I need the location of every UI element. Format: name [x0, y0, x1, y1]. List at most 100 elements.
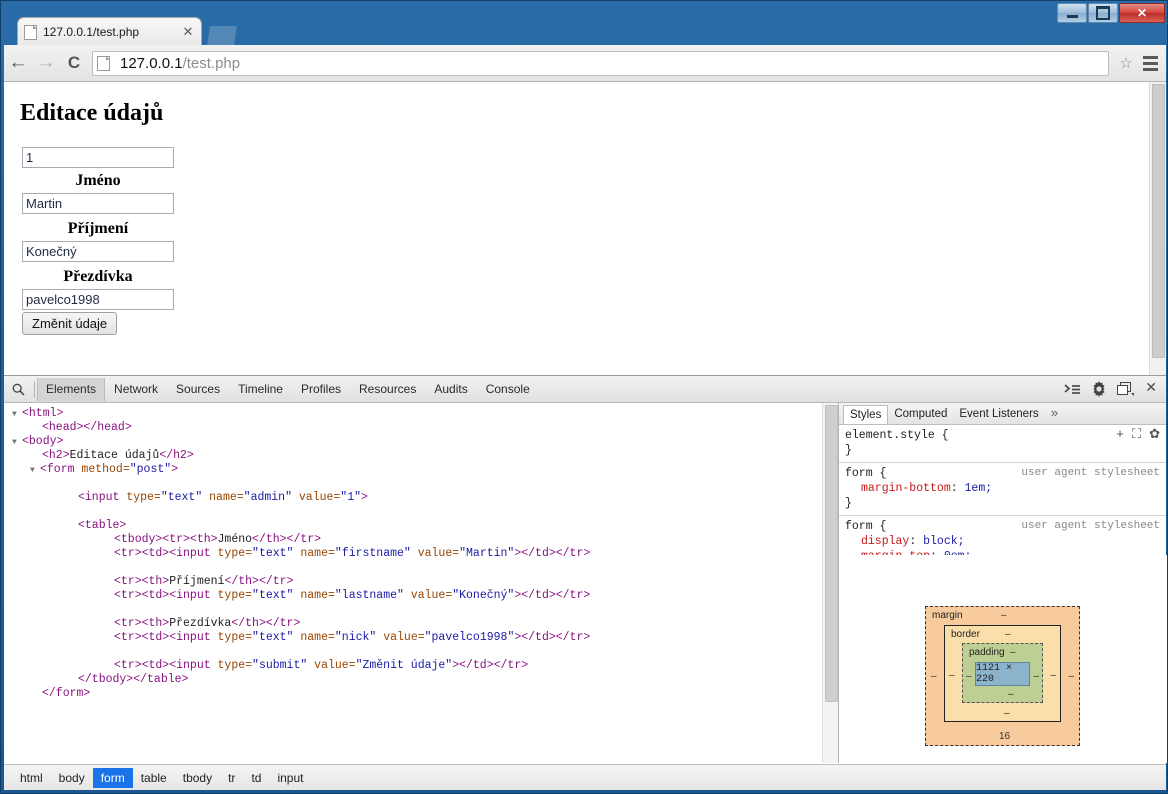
border-right-value[interactable]: –: [1050, 670, 1056, 681]
breadcrumb-item-html[interactable]: html: [12, 768, 51, 788]
close-devtools-icon[interactable]: ✕: [1145, 382, 1157, 396]
element-state-icon[interactable]: ⛶: [1132, 427, 1141, 442]
page-scrollbar-thumb[interactable]: [1152, 84, 1165, 358]
styles-overflow-icon[interactable]: »: [1045, 406, 1065, 421]
dom-node-line[interactable]: [10, 603, 837, 617]
styles-tab-computed[interactable]: Computed: [888, 405, 953, 423]
breadcrumb-item-tr[interactable]: tr: [220, 768, 243, 788]
breadcrumb-item-td[interactable]: td: [243, 768, 269, 788]
dom-node-line[interactable]: <tr><th>Přezdívka</th></tr>: [10, 617, 837, 631]
box-model-margin[interactable]: margin – – – 16 border – – – – paddi: [925, 606, 1080, 746]
border-top-value[interactable]: –: [1005, 629, 1011, 640]
css-property-name[interactable]: margin-bottom: [845, 482, 951, 495]
dom-node-line[interactable]: <tr><td><input type="text" name="firstna…: [10, 547, 837, 561]
back-button[interactable]: ←: [4, 52, 32, 74]
dom-node-line[interactable]: [10, 477, 837, 491]
styles-tab-event-listeners[interactable]: Event Listeners: [953, 405, 1044, 423]
css-property-name[interactable]: display: [845, 535, 909, 548]
console-drawer-icon[interactable]: [1064, 383, 1081, 396]
devtools-tab-timeline[interactable]: Timeline: [229, 378, 292, 401]
dom-node-line[interactable]: [10, 561, 837, 575]
forward-button[interactable]: →: [32, 52, 60, 74]
dom-node-line[interactable]: <table>: [10, 519, 837, 533]
devtools-tab-resources[interactable]: Resources: [350, 378, 425, 401]
padding-bottom-value[interactable]: –: [1008, 689, 1014, 700]
disclosure-triangle-icon[interactable]: ▼: [12, 436, 22, 450]
breadcrumb-item-tbody[interactable]: tbody: [175, 768, 220, 788]
devtools-tab-audits[interactable]: Audits: [425, 378, 476, 401]
chrome-menu-icon[interactable]: [1137, 51, 1163, 75]
search-icon[interactable]: [4, 383, 32, 396]
padding-left-value[interactable]: –: [966, 671, 972, 682]
dom-node-line[interactable]: <tr><th>Příjmení</th></tr>: [10, 575, 837, 589]
css-declaration[interactable]: margin-bottom: 1em;: [845, 481, 1160, 496]
bookmark-star-icon[interactable]: ☆: [1115, 54, 1137, 72]
devtools-tab-elements[interactable]: Elements: [37, 378, 105, 401]
dom-node-line[interactable]: <tbody><tr><th>Jméno</th></tr>: [10, 533, 837, 547]
url-host: 127.0.0.1: [120, 55, 183, 72]
style-settings-icon[interactable]: ✿: [1149, 427, 1160, 442]
disclosure-triangle-icon[interactable]: ▼: [30, 464, 40, 478]
css-rule[interactable]: element.style {+⛶✿}: [839, 425, 1166, 463]
admin-input[interactable]: [22, 147, 174, 168]
dom-node-line[interactable]: </tbody></table>: [10, 673, 837, 687]
dom-node-line[interactable]: <tr><td><input type="text" name="nick" v…: [10, 631, 837, 645]
field-label: Jméno: [22, 168, 174, 193]
dom-node-line[interactable]: </form>: [10, 687, 837, 701]
dom-node-line[interactable]: <input type="text" name="admin" value="1…: [10, 491, 837, 505]
field-input-0[interactable]: [22, 193, 174, 214]
border-left-value[interactable]: –: [949, 670, 955, 681]
margin-top-value[interactable]: –: [1001, 610, 1007, 621]
css-selector[interactable]: element.style {: [845, 428, 1160, 443]
padding-top-value[interactable]: –: [1010, 647, 1016, 658]
margin-left-value[interactable]: –: [931, 671, 937, 682]
styles-tab-styles[interactable]: Styles: [843, 405, 888, 424]
dock-mode-icon[interactable]: [1117, 382, 1135, 396]
dom-scrollbar-thumb[interactable]: [825, 405, 838, 702]
page-scrollbar[interactable]: [1149, 82, 1166, 375]
box-model-padding[interactable]: padding – – – – 1121 × 220: [962, 643, 1043, 703]
new-style-rule-icon[interactable]: +: [1116, 427, 1124, 442]
breadcrumb-item-form[interactable]: form: [93, 768, 133, 788]
tab-close-icon[interactable]: ✕: [181, 25, 195, 39]
box-model-border[interactable]: border – – – – padding – – – –: [944, 625, 1061, 722]
devtools-tab-console[interactable]: Console: [477, 378, 539, 401]
devtools-tab-profiles[interactable]: Profiles: [292, 378, 350, 401]
field-input-2[interactable]: [22, 289, 174, 310]
css-declaration[interactable]: display: block;: [845, 534, 1160, 549]
new-tab-button[interactable]: [207, 26, 237, 45]
dom-node-line[interactable]: <h2>Editace údajů</h2>: [10, 449, 837, 463]
dom-node-line[interactable]: <tr><td><input type="submit" value="Změn…: [10, 659, 837, 673]
dom-node-line[interactable]: <head></head>: [10, 421, 837, 435]
field-input-1[interactable]: [22, 241, 174, 262]
dom-token: Editace údajů: [70, 449, 160, 462]
dom-scrollbar[interactable]: [822, 403, 838, 763]
breadcrumb-item-body[interactable]: body: [51, 768, 93, 788]
css-property-value[interactable]: 1em;: [965, 482, 993, 495]
devtools-tab-sources[interactable]: Sources: [167, 378, 229, 401]
dom-tree[interactable]: ▼<html><head></head>▼<body><h2>Editace ú…: [4, 403, 837, 701]
breadcrumb-item-input[interactable]: input: [269, 768, 311, 788]
padding-right-value[interactable]: –: [1033, 671, 1039, 682]
address-bar[interactable]: 127.0.0.1/test.php: [92, 51, 1109, 76]
css-property-value[interactable]: block;: [923, 535, 964, 548]
dom-node-line[interactable]: ▼<form method="post">: [10, 463, 837, 477]
dom-tree-pane[interactable]: ▼<html><head></head>▼<body><h2>Editace ú…: [4, 403, 837, 763]
submit-button[interactable]: [22, 312, 117, 335]
box-model-content[interactable]: 1121 × 220: [975, 662, 1030, 686]
disclosure-triangle-icon[interactable]: ▼: [12, 408, 22, 422]
dom-node-line[interactable]: ▼<html>: [10, 407, 837, 421]
browser-tab[interactable]: 127.0.0.1/test.php ✕: [17, 17, 202, 46]
breadcrumb-item-table[interactable]: table: [133, 768, 175, 788]
dom-node-line[interactable]: <tr><td><input type="text" name="lastnam…: [10, 589, 837, 603]
css-rule[interactable]: form {user agent stylesheetmargin-bottom…: [839, 463, 1166, 516]
settings-gear-icon[interactable]: [1091, 381, 1107, 397]
dom-node-line[interactable]: [10, 505, 837, 519]
dom-node-line[interactable]: [10, 645, 837, 659]
margin-bottom-value[interactable]: 16: [999, 731, 1010, 742]
dom-node-line[interactable]: ▼<body>: [10, 435, 837, 449]
devtools-tab-network[interactable]: Network: [105, 378, 167, 401]
margin-right-value[interactable]: –: [1068, 671, 1074, 682]
reload-button[interactable]: C: [60, 53, 88, 73]
border-bottom-value[interactable]: –: [1004, 708, 1010, 719]
